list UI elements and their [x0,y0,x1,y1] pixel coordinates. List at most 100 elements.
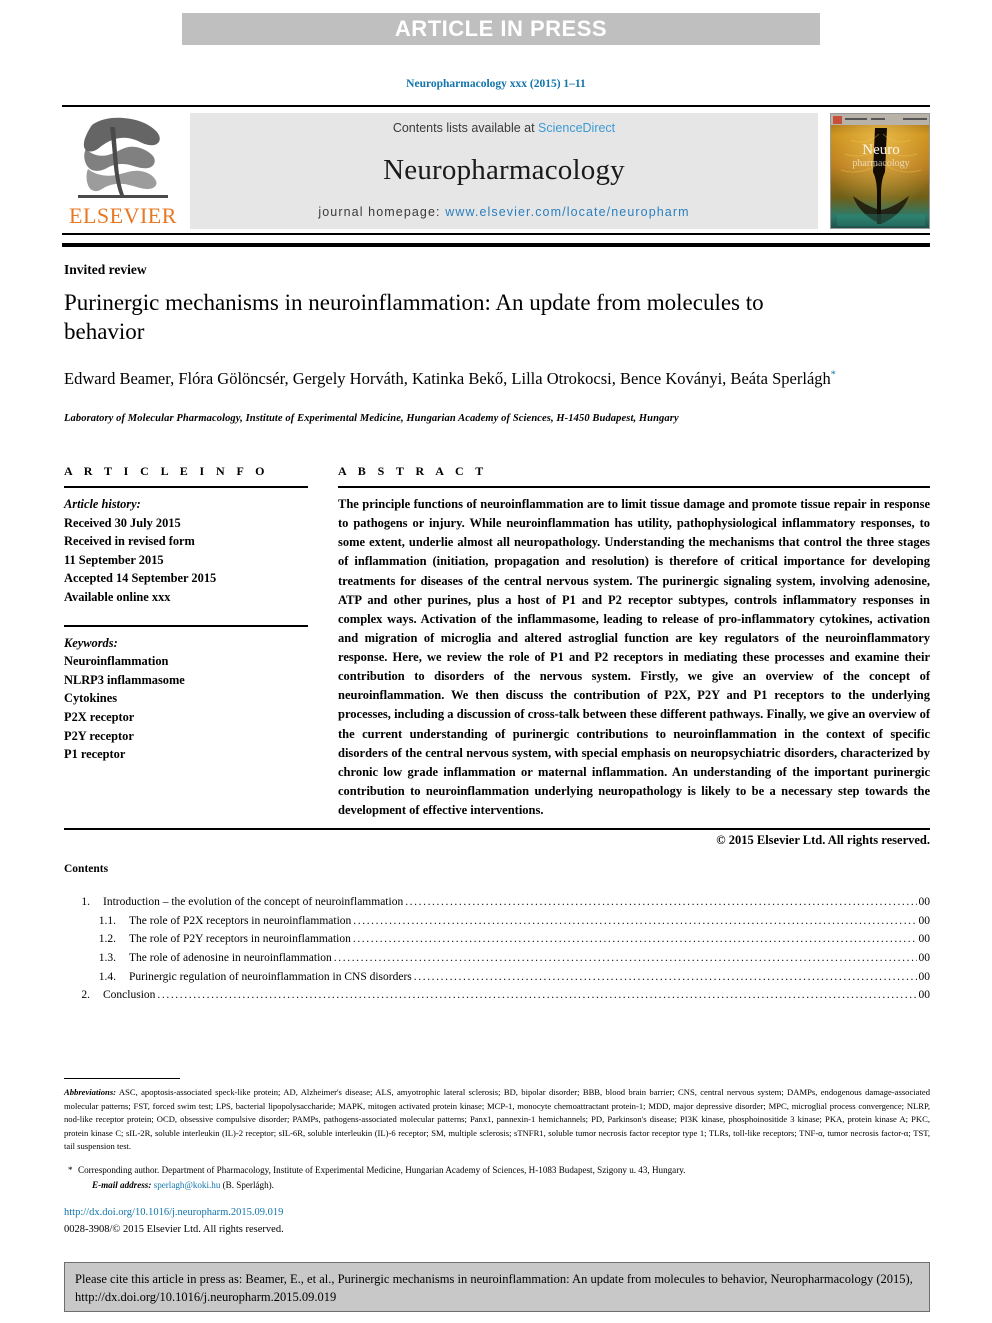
article-info-rule [64,486,308,488]
keyword-item: Cytokines [64,691,118,706]
elsevier-tree-icon [78,117,168,198]
corresponding-star-icon: * [68,1165,73,1175]
journal-masthead: ELSEVIER Contents lists available at Sci… [62,105,930,235]
toc-label: Purinergic regulation of neuroinflammati… [129,970,412,983]
cover-title-line1: Neuro [862,142,900,158]
toc-label: The role of P2Y receptors in neuroinflam… [129,933,351,946]
abbreviations-label: Abbreviations: [64,1087,117,1097]
contents-available-line: Contents lists available at ScienceDirec… [393,121,615,135]
keyword-item: P1 receptor [64,747,126,762]
article-in-press-banner: ARTICLE IN PRESS [182,13,820,45]
email-link[interactable]: sperlagh@koki.hu [154,1180,221,1190]
article-info-column: A R T I C L E I N F O Article history: R… [64,464,308,764]
contents-section-rule [64,828,930,830]
toc-page-number: 00 [918,896,931,908]
journal-homepage-line: journal homepage: www.elsevier.com/locat… [318,205,689,219]
abbreviations-note: Abbreviations: ASC, apoptosis-associated… [64,1086,930,1154]
journal-cover-image: Neuro pharmacology [831,114,929,228]
article-in-press-label: ARTICLE IN PRESS [394,16,608,41]
history-line: Accepted 14 September 2015 [64,571,217,586]
table-of-contents: 1. Introduction – the evolution of the c… [64,893,930,1005]
article-info-heading: A R T I C L E I N F O [64,464,269,478]
email-line: E-mail address: sperlagh@koki.hu (B. Spe… [64,1178,930,1193]
keyword-item: P2Y receptor [64,728,134,743]
keywords-block: Keywords: Neuroinflammation NLRP3 inflam… [64,634,308,764]
toc-number: 1.1. [98,914,116,927]
contents-available-prefix: Contents lists available at [392,121,539,135]
citation-box: Please cite this article in press as: Be… [64,1262,930,1312]
toc-entry[interactable]: 1.2. The role of P2Y receptors in neuroi… [64,930,930,949]
cover-title-line2: pharmacology [852,158,909,169]
toc-number: 1. [81,896,90,908]
contents-heading: Contents [64,863,109,875]
history-line: Available online xxx [64,590,171,605]
toc-dot-leader: ........................................… [405,896,916,908]
corresponding-author-note: * Corresponding author. Department of Ph… [64,1163,930,1192]
toc-page-number: 00 [918,989,931,1002]
history-line: Received 30 July 2015 [64,515,181,530]
keyword-item: P2X receptor [64,710,135,725]
toc-entry[interactable]: 2. Conclusion ..........................… [64,986,930,1005]
article-history-block: Article history: Received 30 July 2015 R… [64,495,308,607]
affiliation: Laboratory of Molecular Pharmacology, In… [64,413,679,424]
toc-dot-leader: ........................................… [157,989,916,1002]
toc-number: 1.3. [98,951,116,964]
sciencedirect-link[interactable]: ScienceDirect [538,121,615,135]
toc-page-number: 00 [918,933,931,946]
abstract-heading: A B S T R A C T [338,464,488,478]
toc-dot-leader: ........................................… [353,914,917,927]
journal-homepage-link[interactable]: www.elsevier.com/locate/neuropharm [445,205,689,219]
toc-label: Introduction – the evolution of the conc… [103,896,404,908]
keywords-rule [64,624,308,627]
toc-number: 2. [81,989,90,1002]
toc-dot-leader: ........................................… [352,933,917,946]
footnote-rule [64,1078,180,1079]
toc-entry[interactable]: 1.1. The role of P2X receptors in neuroi… [64,912,930,931]
toc-page-number: 00 [918,914,931,927]
keywords-label: Keywords: [64,635,118,650]
elsevier-logo: ELSEVIER [64,113,182,229]
history-line: 11 September 2015 [64,552,164,567]
abbreviations-text: ASC, apoptosis-associated speck-like pro… [64,1087,930,1152]
toc-entry[interactable]: 1.3. The role of adenosine in neuroinfla… [64,949,930,968]
history-line: Received in revised form [64,534,195,549]
toc-number: 1.2. [98,933,116,946]
journal-cover-thumbnail: Neuro pharmacology [830,113,930,229]
page-title: Purinergic mechanisms in neuroinflammati… [64,290,764,345]
journal-homepage-label: journal homepage: [318,205,446,219]
abstract-rule [338,486,930,488]
email-label: E-mail address: [92,1179,152,1190]
author-names: Edward Beamer, Flóra Gölöncsér, Gergely … [64,369,831,388]
toc-label: The role of P2X receptors in neuroinflam… [129,914,352,927]
abstract-copyright: © 2015 Elsevier Ltd. All rights reserved… [716,833,930,848]
masthead-top-rule [62,105,930,107]
journal-title: Neuropharmacology [383,153,625,186]
issn-copyright-line: 0028-3908/© 2015 Elsevier Ltd. All right… [64,1224,284,1235]
masthead-heavy-rule [62,243,930,247]
keyword-item: NLRP3 inflammasome [64,672,185,687]
citation-text: Please cite this article in press as: Be… [75,1272,913,1304]
toc-label: Conclusion [103,989,156,1002]
toc-entry[interactable]: 1.4. Purinergic regulation of neuroinfla… [64,968,930,987]
toc-entry[interactable]: 1. Introduction – the evolution of the c… [64,893,930,912]
toc-page-number: 00 [918,970,931,983]
abstract-column: A B S T R A C T The principle functions … [338,464,930,848]
toc-dot-leader: ........................................… [413,970,917,983]
toc-page-number: 00 [918,951,931,964]
corresponding-author-marker: * [830,369,836,381]
keyword-item: Neuroinflammation [64,654,169,669]
toc-label: The role of adenosine in neuroinflammati… [129,951,332,964]
running-head: Neuropharmacology xxx (2015) 1–11 [406,78,586,90]
doi-link[interactable]: http://dx.doi.org/10.1016/j.neuropharm.2… [64,1207,283,1218]
abstract-text: The principle functions of neuroinflamma… [338,497,930,817]
elsevier-wordmark: ELSEVIER [69,203,177,228]
toc-number: 1.4. [98,970,116,983]
masthead-bottom-rule [62,233,930,235]
author-list: Edward Beamer, Flóra Gölöncsér, Gergely … [64,368,854,391]
article-history-label: Article history: [64,497,141,511]
corresponding-author-text: Corresponding author. Department of Phar… [78,1165,686,1175]
journal-info-panel: Contents lists available at ScienceDirec… [190,113,818,229]
toc-dot-leader: ........................................… [333,951,917,964]
article-type-label: Invited review [64,262,147,277]
email-suffix: (B. Sperlágh). [220,1179,274,1190]
